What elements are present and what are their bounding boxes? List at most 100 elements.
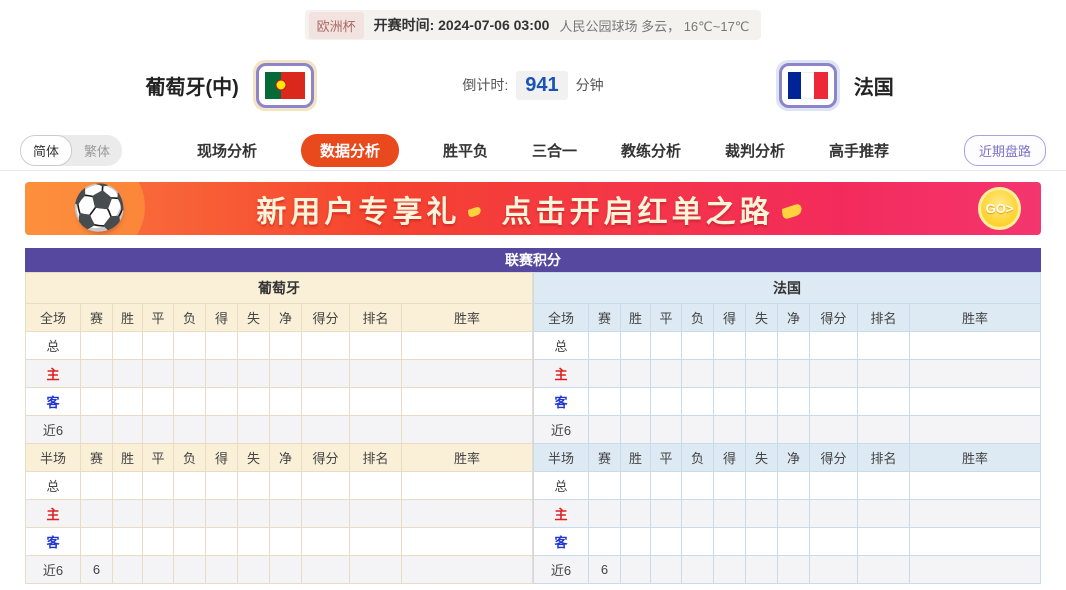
- stat-cell: [237, 331, 270, 360]
- column-header: 胜: [112, 303, 143, 332]
- stat-cell: [237, 555, 270, 584]
- go-button[interactable]: GO>: [978, 187, 1021, 230]
- stat-cell: [205, 359, 238, 388]
- stat-cell: [588, 387, 621, 416]
- language-toggle[interactable]: 简体 繁体: [20, 134, 123, 166]
- stat-cell: [681, 359, 714, 388]
- recent-trend-button[interactable]: 近期盘路: [963, 134, 1046, 166]
- stat-cell: [80, 471, 113, 500]
- stat-cell: [349, 415, 402, 444]
- league-points-tables: 葡萄牙 全场赛胜平负得失净得分 排名 胜率总主客近6 半场赛胜平负得失净得分 排名 胜率总主…: [25, 272, 1041, 584]
- table-row: 主: [25, 499, 533, 528]
- column-header: 排名: [349, 443, 402, 472]
- stat-cell: [650, 359, 682, 388]
- stat-cell: [857, 359, 910, 388]
- stat-cell: [112, 331, 143, 360]
- stat-cell: [681, 415, 714, 444]
- stat-cell: [349, 555, 402, 584]
- stat-cell: [301, 471, 350, 500]
- tab-three-in-one[interactable]: 三合一: [532, 140, 577, 161]
- stat-cell: [777, 387, 810, 416]
- stat-cell: [745, 555, 778, 584]
- stat-cell: [713, 359, 746, 388]
- column-header: 胜率: [401, 443, 533, 472]
- row-label: 客: [533, 387, 589, 416]
- venue-weather: 人民公园球场 多云， 16℃~17℃: [559, 18, 750, 34]
- away-team-name: 法国: [853, 76, 894, 99]
- page: 欧洲杯 开赛时间: 2024-07-06 03:00 人民公园球场 多云， 16…: [0, 0, 1066, 590]
- stat-cell: [909, 471, 1041, 500]
- stat-cell: [777, 331, 810, 360]
- league-points-title: 联赛积分: [25, 248, 1041, 272]
- stat-cell: [112, 499, 143, 528]
- stat-cell: [681, 555, 714, 584]
- stat-cell: [713, 331, 746, 360]
- stat-cell: [909, 387, 1041, 416]
- table-row: 客: [25, 527, 533, 556]
- nav-tabs: 现场分析 数据分析 胜平负 三合一 教练分析 裁判分析 高手推荐: [122, 133, 964, 167]
- stat-cell: [237, 471, 270, 500]
- table-row: 主: [533, 499, 1041, 528]
- stat-cell: [857, 415, 910, 444]
- tab-win-draw-loss[interactable]: 胜平负: [443, 140, 488, 161]
- away-stats-table: 法国 全场赛胜平负得失净得分 排名 胜率总主客近6 半场赛胜平负得失净得分 排名 胜率总主客…: [533, 272, 1041, 584]
- tab-referee-analysis[interactable]: 裁判分析: [725, 140, 785, 161]
- lang-simplified[interactable]: 简体: [20, 134, 73, 166]
- tab-expert-recommend[interactable]: 高手推荐: [829, 140, 889, 161]
- lang-traditional[interactable]: 繁体: [72, 136, 122, 165]
- home-stats-table: 葡萄牙 全场赛胜平负得失净得分 排名 胜率总主客近6 半场赛胜平负得失净得分 排名 胜率总主…: [25, 272, 533, 584]
- column-header: 负: [681, 443, 714, 472]
- stat-cell: [857, 331, 910, 360]
- match-info-strip: 欧洲杯 开赛时间: 2024-07-06 03:00 人民公园球场 多云， 16…: [304, 10, 762, 40]
- stat-cell: [142, 387, 174, 416]
- stat-cell: [205, 555, 238, 584]
- stat-cell: [620, 359, 651, 388]
- stat-cell: [620, 471, 651, 500]
- tab-live-analysis[interactable]: 现场分析: [197, 140, 257, 161]
- stat-cell: [681, 499, 714, 528]
- row-label: 客: [25, 527, 81, 556]
- tab-data-analysis[interactable]: 数据分析: [300, 133, 399, 167]
- stat-cell: [681, 387, 714, 416]
- column-header: 胜: [620, 303, 651, 332]
- away-team-header: 法国: [533, 272, 1041, 304]
- stat-cell: [80, 499, 113, 528]
- away-team: 法国: [775, 59, 894, 111]
- section-label: 半场: [533, 443, 589, 472]
- stat-cell: [205, 387, 238, 416]
- stat-cell: [349, 387, 402, 416]
- column-header: 净: [777, 303, 810, 332]
- stat-cell: 6: [588, 555, 621, 584]
- stat-cell: [588, 415, 621, 444]
- column-header: 胜: [620, 443, 651, 472]
- column-header: 得分: [301, 443, 350, 472]
- stat-cell: [301, 415, 350, 444]
- stat-cell: [142, 359, 174, 388]
- stat-cell: [809, 471, 858, 500]
- stat-cell: [349, 359, 402, 388]
- column-header: 平: [650, 303, 682, 332]
- stat-cell: [269, 555, 302, 584]
- column-header: 净: [269, 303, 302, 332]
- stat-cell: [620, 499, 651, 528]
- row-label: 总: [533, 471, 589, 500]
- stat-cell: [650, 527, 682, 556]
- stat-cell: [142, 471, 174, 500]
- stat-cell: [857, 555, 910, 584]
- stat-cell: [349, 527, 402, 556]
- stat-cell: [401, 527, 533, 556]
- stat-cell: [301, 527, 350, 556]
- stat-cell: [588, 331, 621, 360]
- stat-cell: [745, 499, 778, 528]
- top-info-bar: 欧洲杯 开赛时间: 2024-07-06 03:00 人民公园球场 多云， 16…: [0, 0, 1066, 40]
- stat-cell: [205, 471, 238, 500]
- stat-cell: [349, 331, 402, 360]
- row-label: 主: [25, 359, 81, 388]
- column-header: 得: [205, 303, 238, 332]
- table-row: 总: [25, 471, 533, 500]
- table-row: 客: [533, 387, 1041, 416]
- tab-coach-analysis[interactable]: 教练分析: [621, 140, 681, 161]
- stat-cell: [588, 471, 621, 500]
- stat-cell: [237, 527, 270, 556]
- promo-banner[interactable]: ⚽ 新用户专享礼 点击开启红单之路 GO>: [25, 182, 1041, 235]
